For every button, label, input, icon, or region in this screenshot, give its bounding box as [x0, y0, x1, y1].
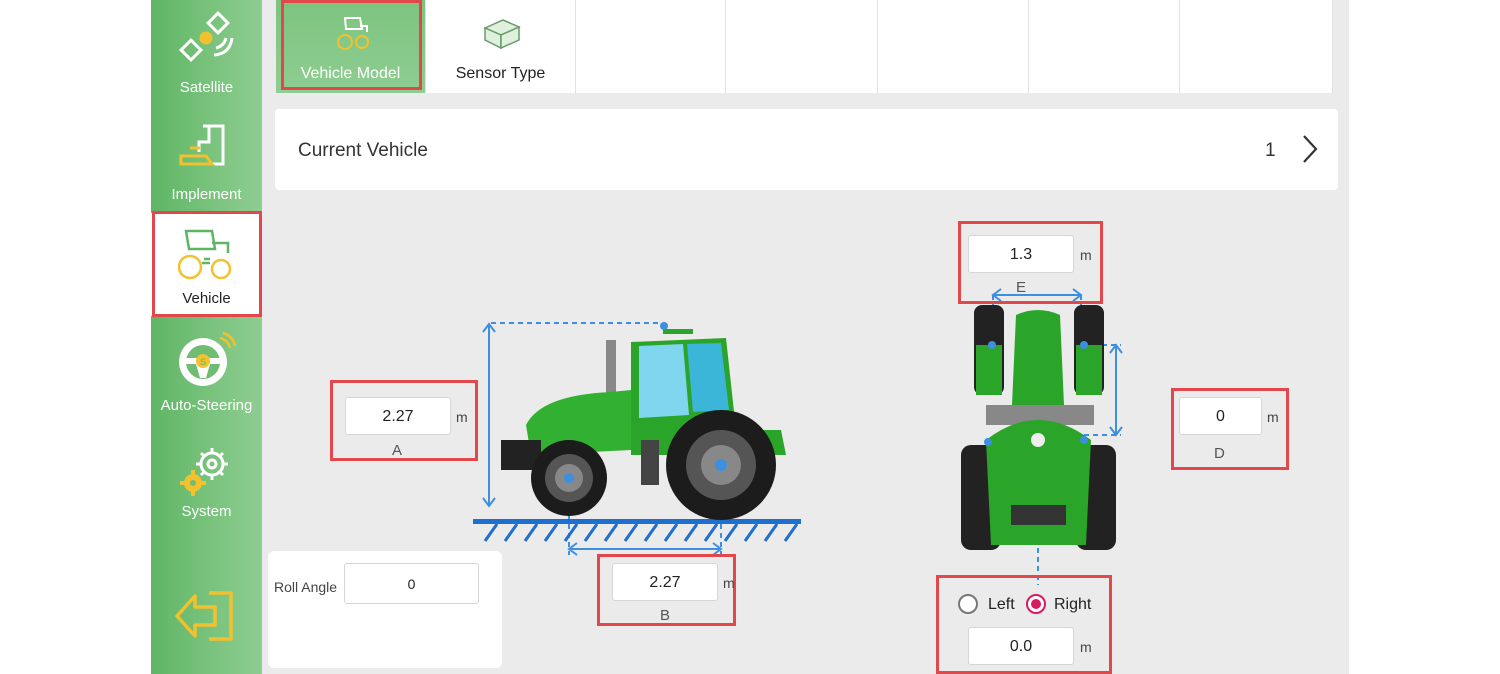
sidebar-item-auto-steering[interactable]: S Auto-Steering: [151, 320, 262, 425]
current-vehicle-value: 1: [1265, 140, 1276, 161]
tab-vehicle-model[interactable]: Vehicle Model: [276, 0, 426, 93]
unit-label: m: [723, 575, 735, 591]
sidebar: Satellite Implement Vehicle S Auto-Steer…: [151, 0, 262, 674]
sensor-box-icon: [483, 19, 521, 50]
unit-label: m: [1267, 409, 1279, 425]
implement-icon: [179, 124, 225, 166]
satellite-icon: [178, 10, 234, 63]
steering-wheel-icon: S: [179, 331, 236, 386]
dimension-a-label: A: [392, 442, 403, 459]
tab-empty: [728, 0, 878, 93]
current-vehicle-row[interactable]: Current Vehicle 1: [275, 109, 1338, 190]
tab-label: Vehicle Model: [300, 65, 401, 82]
chevron-right-icon: [1303, 135, 1318, 163]
tab-label: Sensor Type: [455, 65, 546, 82]
sidebar-item-label: Auto-Steering: [160, 397, 253, 414]
tab-bar: Vehicle Model Sensor Type: [276, 0, 1333, 93]
dimension-b-label: B: [660, 607, 671, 624]
offset-input[interactable]: 0.0: [968, 627, 1074, 665]
sidebar-item-vehicle[interactable]: Vehicle: [151, 213, 262, 316]
tractor-side-diagram: [473, 322, 801, 556]
tab-empty: [1030, 0, 1180, 93]
tractor-icon: [177, 229, 232, 280]
tab-sensor-type[interactable]: Sensor Type: [426, 0, 576, 93]
tab-empty: [576, 0, 726, 93]
sidebar-item-system[interactable]: System: [151, 428, 262, 533]
sidebar-item-implement[interactable]: Implement: [151, 108, 262, 213]
exit-button[interactable]: [151, 585, 262, 655]
unit-label: m: [456, 409, 468, 425]
roll-angle-input[interactable]: 0: [344, 563, 479, 604]
exit-icon: [175, 591, 233, 641]
dimension-d-label: D: [1214, 445, 1225, 462]
sidebar-item-label: Satellite: [179, 79, 234, 96]
gear-icon: [180, 448, 228, 496]
tractor-front-diagram: [961, 288, 1123, 585]
dimension-d-input[interactable]: 0: [1179, 397, 1262, 435]
unit-label: m: [1080, 247, 1092, 263]
svg-text:S: S: [200, 357, 206, 367]
tab-empty: [1182, 0, 1333, 93]
app-window: Satellite Implement Vehicle S Auto-Steer…: [151, 0, 1349, 674]
roll-angle-label: Roll Angle: [274, 579, 338, 595]
unit-label: m: [1080, 639, 1092, 655]
dimension-a-input[interactable]: 2.27: [345, 397, 451, 435]
sidebar-item-label: Vehicle: [182, 290, 231, 307]
dimension-b-input[interactable]: 2.27: [612, 563, 718, 601]
sidebar-item-label: System: [181, 503, 232, 520]
dimension-e-input[interactable]: 1.3: [968, 235, 1074, 273]
sidebar-item-satellite[interactable]: Satellite: [151, 0, 262, 105]
right-radio-label: Right: [1054, 596, 1092, 613]
right-radio[interactable]: [1026, 594, 1046, 614]
sidebar-item-label: Implement: [171, 186, 242, 203]
left-radio[interactable]: [958, 594, 978, 614]
dimension-e-label: E: [1016, 279, 1027, 296]
left-radio-label: Left: [988, 596, 1015, 613]
roll-angle-panel: Roll Angle 0: [268, 551, 502, 668]
tab-empty: [879, 0, 1029, 93]
current-vehicle-label: Current Vehicle: [298, 140, 428, 161]
tractor-icon: [337, 17, 369, 50]
